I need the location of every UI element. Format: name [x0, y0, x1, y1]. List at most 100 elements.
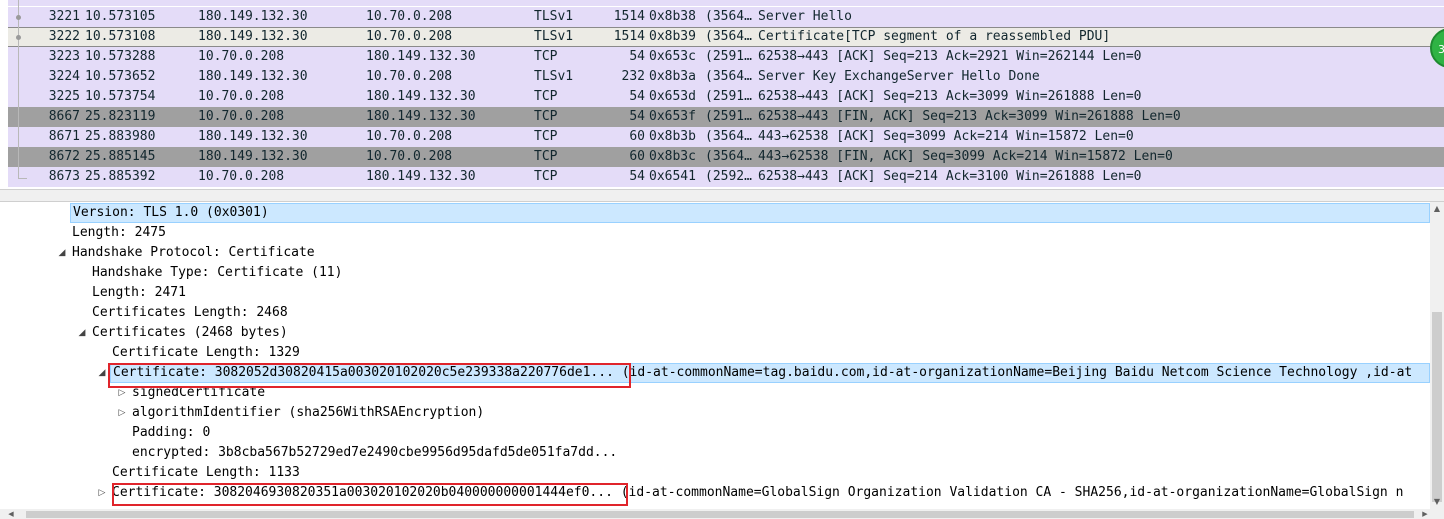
- packet-row[interactable]: 8667 25.823119 10.70.0.208 180.149.132.30 TC…: [8, 107, 1444, 127]
- packet-row[interactable]: 8671 25.883980 180.149.132.30 10.70.0.208 TC…: [8, 127, 1444, 147]
- packet-id-cell: 0x653c: [649, 49, 696, 64]
- tree-node[interactable]: Certificates Length: 2468: [92, 303, 288, 323]
- collapsed-arrow-icon[interactable]: ▷: [117, 403, 127, 423]
- packet-time-cell: 25.885392: [85, 169, 156, 184]
- packet-time-cell: 10.573754: [85, 89, 156, 104]
- packet-list-pane[interactable]: 3221 10.573105 180.149.132.30 10.70.0.208 TL…: [0, 0, 1444, 189]
- packet-len-cell: 60: [629, 129, 645, 144]
- packet-id-cell: 0x8b39: [649, 29, 696, 44]
- packet-len-cell: 54: [629, 49, 645, 64]
- packet-src-cell: 10.70.0.208: [198, 109, 285, 124]
- packet-id-cell: 0x8b38: [649, 9, 696, 24]
- packet-proto-cell: TCP: [534, 129, 558, 144]
- scroll-down-arrow-icon[interactable]: ▼: [1430, 495, 1444, 509]
- packet-dst-cell: 10.70.0.208: [366, 29, 453, 44]
- packet-dst-cell: 180.149.132.30: [366, 49, 476, 64]
- packet-row[interactable]: 8673 25.885392 10.70.0.208 180.149.132.30 TC…: [8, 167, 1444, 187]
- tree-node[interactable]: Handshake Type: Certificate (11): [92, 263, 342, 283]
- details-horizontal-scrollbar[interactable]: ◀ ▶: [0, 509, 1444, 519]
- packet-port-cell: (2592…: [705, 169, 752, 184]
- packet-port-cell: (2591…: [705, 49, 752, 64]
- packet-dst-cell: 180.149.132.30: [366, 109, 476, 124]
- packet-len-cell: 232: [621, 69, 645, 84]
- packet-info-cell: 62538→443 [ACK] Seq=214 Ack=3100 Win=261…: [758, 169, 1142, 184]
- tree-node[interactable]: Version: TLS 1.0 (0x0301): [70, 203, 1430, 223]
- packet-row[interactable]: 3223 10.573288 10.70.0.208 180.149.132.30 TC…: [8, 47, 1444, 67]
- packet-id-cell: 0x6541: [649, 169, 696, 184]
- packet-port-cell: (3564…: [705, 29, 752, 44]
- packet-src-cell: 10.70.0.208: [198, 169, 285, 184]
- packet-row[interactable]: 3221 10.573105 180.149.132.30 10.70.0.208 TL…: [8, 7, 1444, 27]
- packet-info-cell: Certificate[TCP segment of a reassembled…: [758, 29, 1111, 44]
- packet-src-cell: 180.149.132.30: [198, 69, 308, 84]
- packet-info-cell: Server Hello: [758, 9, 852, 24]
- related-packets-line: [18, 0, 19, 179]
- packet-id-cell: 0x8b3c: [649, 149, 696, 164]
- related-packet-dot-icon: [16, 15, 21, 20]
- scroll-left-arrow-icon[interactable]: ◀: [4, 509, 18, 519]
- packet-len-cell: 54: [629, 109, 645, 124]
- packet-row[interactable]: 8672 25.885145 180.149.132.30 10.70.0.208 TC…: [8, 147, 1444, 167]
- packet-id-cell: 0x8b3b: [649, 129, 696, 144]
- packet-row[interactable]: 3225 10.573754 10.70.0.208 180.149.132.30 TC…: [8, 87, 1444, 107]
- related-packet-dot-icon: [16, 35, 21, 40]
- tree-node[interactable]: Certificate Length: 1329: [112, 343, 300, 363]
- packet-time-cell: 10.573652: [85, 69, 156, 84]
- vertical-scroll-thumb[interactable]: [1432, 312, 1442, 502]
- packet-row-partial[interactable]: [8, 0, 1444, 6]
- packet-time-cell: 25.885145: [85, 149, 156, 164]
- expanded-arrow-icon[interactable]: ◢: [77, 323, 87, 343]
- packet-row[interactable]: 3222 10.573108 180.149.132.30 10.70.0.208 TL…: [8, 27, 1444, 47]
- tree-node[interactable]: Certificate Length: 1133: [112, 463, 300, 483]
- packet-time-cell: 10.573108: [85, 29, 156, 44]
- packet-time-cell: 25.823119: [85, 109, 156, 124]
- packet-src-cell: 180.149.132.30: [198, 129, 308, 144]
- tree-node[interactable]: algorithmIdentifier (sha256WithRSAEncryp…: [132, 403, 484, 423]
- packet-src-cell: 180.149.132.30: [198, 9, 308, 24]
- pane-splitter[interactable]: [0, 189, 1444, 202]
- packet-id-cell: 0x8b3a: [649, 69, 696, 84]
- packet-port-cell: (3564…: [705, 149, 752, 164]
- packet-info-cell: 62538→443 [ACK] Seq=213 Ack=3099 Win=261…: [758, 89, 1142, 104]
- packet-dst-cell: 180.149.132.30: [366, 169, 476, 184]
- packet-info-cell: 62538→443 [FIN, ACK] Seq=213 Ack=3099 Wi…: [758, 109, 1181, 124]
- packet-port-cell: (3564…: [705, 9, 752, 24]
- packet-proto-cell: TLSv1: [534, 9, 574, 24]
- details-vertical-scrollbar[interactable]: ▲ ▼: [1430, 202, 1444, 509]
- packet-proto-cell: TLSv1: [534, 29, 574, 44]
- highlight-box-certificate-2: [112, 483, 628, 506]
- expanded-arrow-icon[interactable]: ◢: [57, 243, 67, 263]
- packet-port-cell: (3564…: [705, 69, 752, 84]
- packet-port-cell: (3564…: [705, 129, 752, 144]
- packet-dst-cell: 10.70.0.208: [366, 129, 453, 144]
- packet-dst-cell: 10.70.0.208: [366, 69, 453, 84]
- horizontal-scroll-thumb[interactable]: [26, 511, 1414, 518]
- scroll-up-arrow-icon[interactable]: ▲: [1430, 202, 1444, 216]
- packet-len-cell: 1514: [613, 9, 645, 24]
- collapsed-arrow-icon[interactable]: ▷: [97, 483, 107, 503]
- tree-node[interactable]: Certificates (2468 bytes): [92, 323, 288, 343]
- packet-info-cell: 443→62538 [ACK] Seq=3099 Ack=214 Win=158…: [758, 129, 1134, 144]
- tree-node[interactable]: Length: 2475: [72, 223, 166, 243]
- tree-node[interactable]: Handshake Protocol: Certificate: [72, 243, 315, 263]
- expanded-arrow-icon[interactable]: ◢: [97, 363, 107, 383]
- tree-node[interactable]: Length: 2471: [92, 283, 186, 303]
- packet-port-cell: (2591…: [705, 109, 752, 124]
- packet-time-cell: 10.573105: [85, 9, 156, 24]
- related-packets-end: [18, 178, 27, 179]
- highlight-box-certificate-1: [108, 363, 631, 388]
- packet-info-cell: 443→62538 [FIN, ACK] Seq=3099 Ack=214 Wi…: [758, 149, 1173, 164]
- packet-info-cell: 62538→443 [ACK] Seq=213 Ack=2921 Win=262…: [758, 49, 1142, 64]
- packet-len-cell: 54: [629, 89, 645, 104]
- packet-row[interactable]: 3224 10.573652 180.149.132.30 10.70.0.208 TL…: [8, 67, 1444, 87]
- packet-details-tree[interactable]: Version: TLS 1.0 (0x0301) Length: 2475 ◢ Ha…: [0, 202, 1430, 509]
- packet-proto-cell: TLSv1: [534, 69, 574, 84]
- packet-dst-cell: 10.70.0.208: [366, 9, 453, 24]
- scroll-right-arrow-icon[interactable]: ▶: [1418, 509, 1432, 519]
- packet-proto-cell: TCP: [534, 49, 558, 64]
- packet-time-cell: 25.883980: [85, 129, 156, 144]
- tree-node[interactable]: Padding: 0: [132, 423, 210, 443]
- packet-id-cell: 0x653f: [649, 109, 696, 124]
- packet-proto-cell: TCP: [534, 169, 558, 184]
- tree-node[interactable]: encrypted: 3b8cba567b52729ed7e2490cbe995…: [132, 443, 617, 463]
